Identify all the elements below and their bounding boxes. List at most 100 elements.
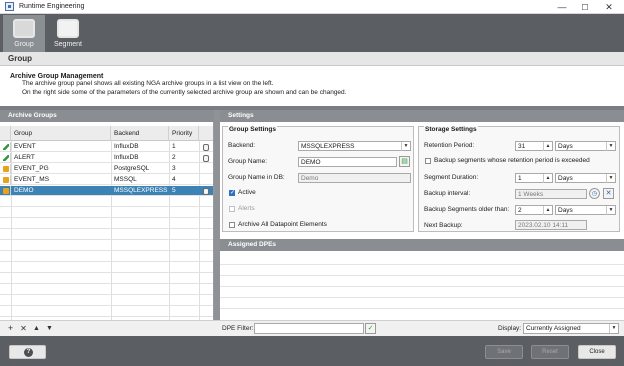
alerts-label: Alerts bbox=[238, 205, 255, 212]
tab-segment[interactable]: Segment bbox=[47, 15, 89, 52]
edit-name-icon[interactable]: ▤ bbox=[399, 156, 410, 167]
remove-group-button[interactable]: ✕ bbox=[19, 324, 28, 333]
row-group: EVENT bbox=[14, 143, 36, 150]
row-priority: 2 bbox=[172, 154, 176, 161]
row-backend: MSSQLEXPRESS bbox=[114, 187, 168, 194]
dpe-filter-input[interactable] bbox=[254, 323, 364, 334]
description-line: The archive group panel shows all existi… bbox=[22, 80, 274, 87]
table-header: Group Backend Priority bbox=[0, 126, 213, 141]
dpe-filter-bar: DPE Filter: ✓ Display: Currently Assigne… bbox=[214, 320, 624, 336]
column-header-priority[interactable]: Priority bbox=[169, 126, 199, 141]
apply-filter-icon[interactable]: ✓ bbox=[365, 323, 376, 334]
green-bolt-icon bbox=[3, 155, 9, 161]
tab-segment-label: Segment bbox=[53, 41, 83, 48]
move-up-button[interactable]: ▲ bbox=[32, 324, 41, 333]
active-label: Active bbox=[238, 189, 256, 196]
group-settings-box: Group Settings Backend: MSSQLEXPRESS ▼ G… bbox=[222, 126, 414, 232]
group-name-db-field[interactable]: Demo bbox=[298, 173, 411, 183]
backup-interval-field[interactable]: 1 Weeks bbox=[515, 189, 587, 199]
segment-duration-label: Segment Duration: bbox=[424, 174, 479, 181]
chevron-down-icon: ▼ bbox=[609, 324, 618, 333]
page-title: Group bbox=[0, 52, 624, 66]
description-panel: Archive Group Management The archive gro… bbox=[0, 66, 624, 106]
archive-groups-table: Group Backend Priority EVENT InfluxDB 1 … bbox=[0, 122, 214, 320]
chevron-down-icon: ▼ bbox=[606, 174, 615, 183]
move-down-button[interactable]: ▼ bbox=[45, 324, 54, 333]
table-row-selected[interactable]: DEMO MSSQLEXPRESS 5 bbox=[0, 186, 213, 196]
row-backend: InfluxDB bbox=[114, 143, 139, 150]
row-priority: 1 bbox=[172, 143, 176, 150]
description-line: On the right side some of the parameters… bbox=[22, 88, 347, 96]
add-group-button[interactable]: + bbox=[6, 324, 15, 333]
backup-segments-checkbox[interactable] bbox=[425, 158, 431, 164]
backup-older-label: Backup Segments older than: bbox=[424, 206, 510, 213]
row-priority: 3 bbox=[172, 165, 176, 172]
minimize-button[interactable]: — bbox=[551, 0, 573, 14]
segment-duration-spinbox[interactable]: 1 ▲ bbox=[515, 173, 553, 183]
archive-groups-header: Archive Groups bbox=[0, 110, 214, 122]
column-header-group[interactable]: Group bbox=[11, 126, 111, 141]
clock-icon[interactable]: ◷ bbox=[589, 188, 600, 199]
group-name-label: Group Name: bbox=[228, 158, 268, 165]
column-header-backend[interactable]: Backend bbox=[111, 126, 169, 141]
alerts-checkbox[interactable] bbox=[229, 206, 235, 212]
help-button[interactable]: ? bbox=[9, 345, 46, 359]
group-name-field[interactable]: DEMO bbox=[298, 157, 397, 167]
save-button[interactable]: Save bbox=[485, 345, 523, 359]
retention-spinbox[interactable]: 31 ▲ bbox=[515, 141, 553, 151]
chevron-down-icon: ▼ bbox=[606, 206, 615, 215]
table-row[interactable]: EVENT InfluxDB 1 bbox=[0, 142, 213, 152]
backup-interval-label: Backup interval: bbox=[424, 190, 471, 197]
reset-button[interactable]: Reset bbox=[531, 345, 569, 359]
window-icon bbox=[13, 19, 35, 38]
database-icon[interactable] bbox=[202, 153, 211, 163]
close-button[interactable]: Close bbox=[578, 345, 616, 359]
storage-settings-box: Storage Settings Retention Period: 31 ▲ … bbox=[418, 126, 620, 232]
display-select[interactable]: Currently Assigned ▼ bbox=[523, 323, 619, 334]
row-group: EVENT_PG bbox=[14, 165, 49, 172]
app-icon bbox=[5, 2, 14, 11]
green-bolt-icon bbox=[3, 144, 9, 150]
backup-older-spinbox[interactable]: 2 ▲ bbox=[515, 205, 553, 215]
backup-segments-label: Backup segments whose retention period i… bbox=[434, 157, 590, 164]
storage-settings-title: Storage Settings bbox=[424, 126, 478, 133]
assigned-dpes-header: Assigned DPEs bbox=[220, 239, 624, 251]
active-checkbox[interactable] bbox=[229, 189, 235, 196]
clear-icon[interactable]: ✕ bbox=[603, 188, 614, 199]
tab-group[interactable]: Group bbox=[3, 15, 45, 52]
row-priority: 5 bbox=[172, 187, 176, 194]
table-row[interactable]: ALERT InfluxDB 2 bbox=[0, 153, 213, 163]
segment-duration-unit-select[interactable]: Days ▼ bbox=[555, 173, 616, 183]
orange-grid-icon bbox=[3, 177, 9, 183]
tab-group-label: Group bbox=[14, 41, 34, 48]
row-backend: PostgreSQL bbox=[114, 165, 150, 172]
orange-grid-icon bbox=[3, 188, 9, 194]
assigned-dpes-list[interactable] bbox=[220, 253, 624, 320]
next-backup-field: 2023.02.10 14:11 bbox=[515, 220, 587, 230]
maximize-button[interactable]: ☐ bbox=[574, 0, 596, 14]
row-group: ALERT bbox=[14, 154, 35, 161]
settings-header: Settings bbox=[220, 110, 624, 122]
table-row[interactable]: EVENT_MS MSSQL 4 bbox=[0, 175, 213, 185]
spin-arrows-icon: ▲ bbox=[543, 142, 552, 151]
table-row[interactable]: EVENT_PG PostgreSQL 3 bbox=[0, 164, 213, 174]
group-name-db-label: Group Name in DB: bbox=[228, 174, 285, 181]
group-settings-title: Group Settings bbox=[228, 126, 277, 133]
group-actions-bar: + ✕ ▲ ▼ bbox=[0, 320, 214, 336]
retention-unit-select[interactable]: Days ▼ bbox=[555, 141, 616, 151]
database-icon[interactable] bbox=[202, 186, 211, 196]
spin-arrows-icon: ▲ bbox=[543, 206, 552, 215]
row-backend: InfluxDB bbox=[114, 154, 139, 161]
database-icon[interactable] bbox=[202, 142, 211, 152]
row-group: DEMO bbox=[14, 187, 34, 194]
row-priority: 4 bbox=[172, 176, 176, 183]
close-window-button[interactable]: ✕ bbox=[598, 0, 620, 14]
dpe-filter-label: DPE Filter: bbox=[222, 325, 254, 332]
backup-older-unit-select[interactable]: Days ▼ bbox=[555, 205, 616, 215]
backend-select[interactable]: MSSQLEXPRESS ▼ bbox=[298, 141, 411, 151]
row-backend: MSSQL bbox=[114, 176, 137, 183]
chevron-down-icon: ▼ bbox=[606, 142, 615, 151]
retention-label: Retention Period: bbox=[424, 142, 475, 149]
archive-all-checkbox[interactable] bbox=[229, 222, 235, 228]
window-titlebar: Runtime Engineering — ☐ ✕ bbox=[0, 0, 624, 14]
